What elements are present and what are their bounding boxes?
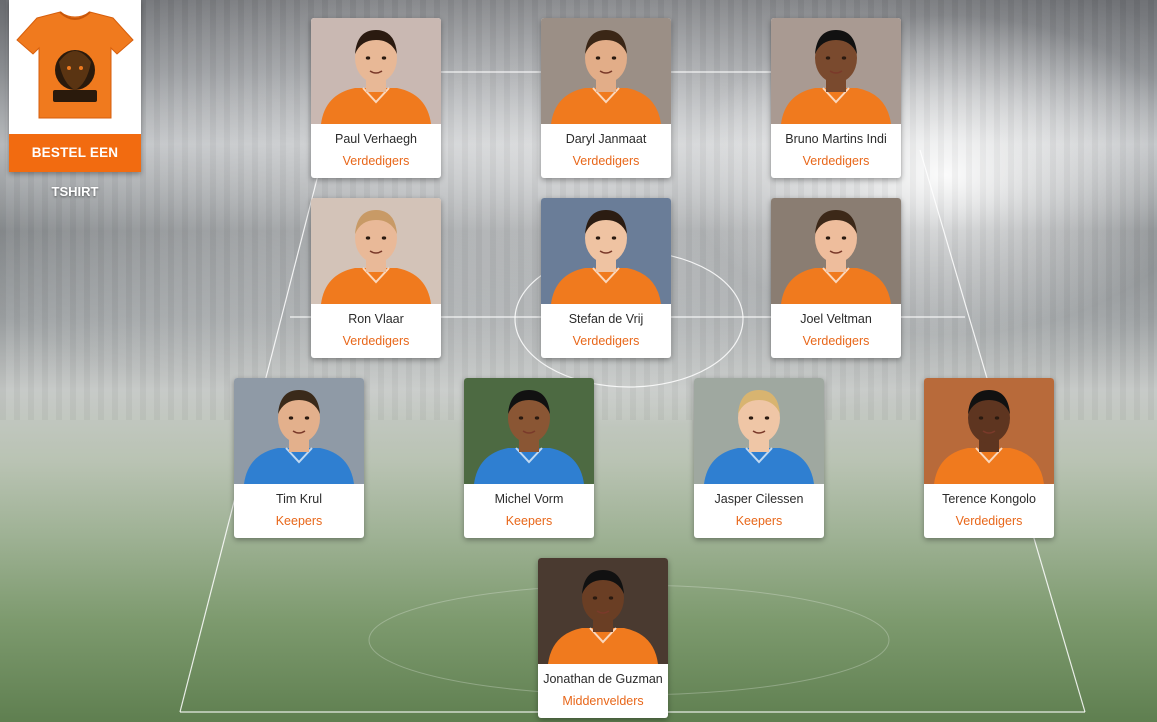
player-card[interactable]: Tim Krul Keepers xyxy=(234,378,364,538)
player-card[interactable]: Daryl Janmaat Verdedigers xyxy=(541,18,671,178)
player-role: Keepers xyxy=(505,514,553,528)
player-name: Daryl Janmaat xyxy=(565,132,647,146)
player-name: Jonathan de Guzman xyxy=(543,672,663,686)
player-card[interactable]: Ron Vlaar Verdedigers xyxy=(311,198,441,358)
player-photo xyxy=(771,198,901,304)
player-card[interactable]: Jonathan de Guzman Middenvelders xyxy=(538,558,668,718)
player-name: Jasper Cilessen xyxy=(714,492,804,506)
player-name: Bruno Martins Indi xyxy=(785,132,887,146)
player-portrait xyxy=(234,378,364,484)
player-photo xyxy=(538,558,668,664)
player-card[interactable]: Stefan de Vrij Verdedigers xyxy=(541,198,671,358)
player-role: Verdedigers xyxy=(802,334,870,348)
player-card[interactable]: Bruno Martins Indi Verdedigers xyxy=(771,18,901,178)
player-portrait xyxy=(464,378,594,484)
player-name: Stefan de Vrij xyxy=(568,312,644,326)
player-portrait xyxy=(311,18,441,124)
lineup-stage: BESTEL EEN TSHIRT Paul Verhaegh Verdedig… xyxy=(0,0,1157,722)
player-name: Paul Verhaegh xyxy=(334,132,417,146)
player-card[interactable]: Terence Kongolo Verdedigers xyxy=(924,378,1054,538)
tshirt-image xyxy=(16,11,134,119)
player-portrait xyxy=(924,378,1054,484)
player-role: Verdedigers xyxy=(572,154,640,168)
player-portrait xyxy=(771,18,901,124)
player-photo xyxy=(234,378,364,484)
player-card[interactable]: Joel Veltman Verdedigers xyxy=(771,198,901,358)
player-role: Verdedigers xyxy=(802,154,870,168)
player-card[interactable]: Michel Vorm Keepers xyxy=(464,378,594,538)
player-portrait xyxy=(538,558,668,664)
player-name: Terence Kongolo xyxy=(942,492,1036,506)
player-photo xyxy=(311,198,441,304)
player-role: Verdedigers xyxy=(572,334,640,348)
player-role: Verdedigers xyxy=(342,334,410,348)
player-photo xyxy=(541,198,671,304)
player-role: Middenvelders xyxy=(562,694,644,708)
player-portrait xyxy=(311,198,441,304)
tshirt-label[interactable]: TSHIRT xyxy=(9,184,141,199)
player-role: Verdedigers xyxy=(955,514,1023,528)
player-portrait xyxy=(541,198,671,304)
player-role: Verdedigers xyxy=(342,154,410,168)
player-name: Ron Vlaar xyxy=(348,312,404,326)
player-portrait xyxy=(694,378,824,484)
player-photo xyxy=(464,378,594,484)
player-role: Keepers xyxy=(735,514,783,528)
player-photo xyxy=(924,378,1054,484)
player-role: Keepers xyxy=(275,514,323,528)
player-portrait xyxy=(771,198,901,304)
player-photo xyxy=(694,378,824,484)
player-portrait xyxy=(541,18,671,124)
player-photo xyxy=(771,18,901,124)
player-card[interactable]: Paul Verhaegh Verdedigers xyxy=(311,18,441,178)
player-name: Michel Vorm xyxy=(494,492,564,506)
player-name: Joel Veltman xyxy=(800,312,872,326)
player-photo xyxy=(541,18,671,124)
order-tshirt-button[interactable]: BESTEL EEN xyxy=(9,134,141,172)
player-name: Tim Krul xyxy=(275,492,323,506)
tshirt-promo[interactable]: BESTEL EEN xyxy=(9,0,141,172)
player-card[interactable]: Jasper Cilessen Keepers xyxy=(694,378,824,538)
player-photo xyxy=(311,18,441,124)
